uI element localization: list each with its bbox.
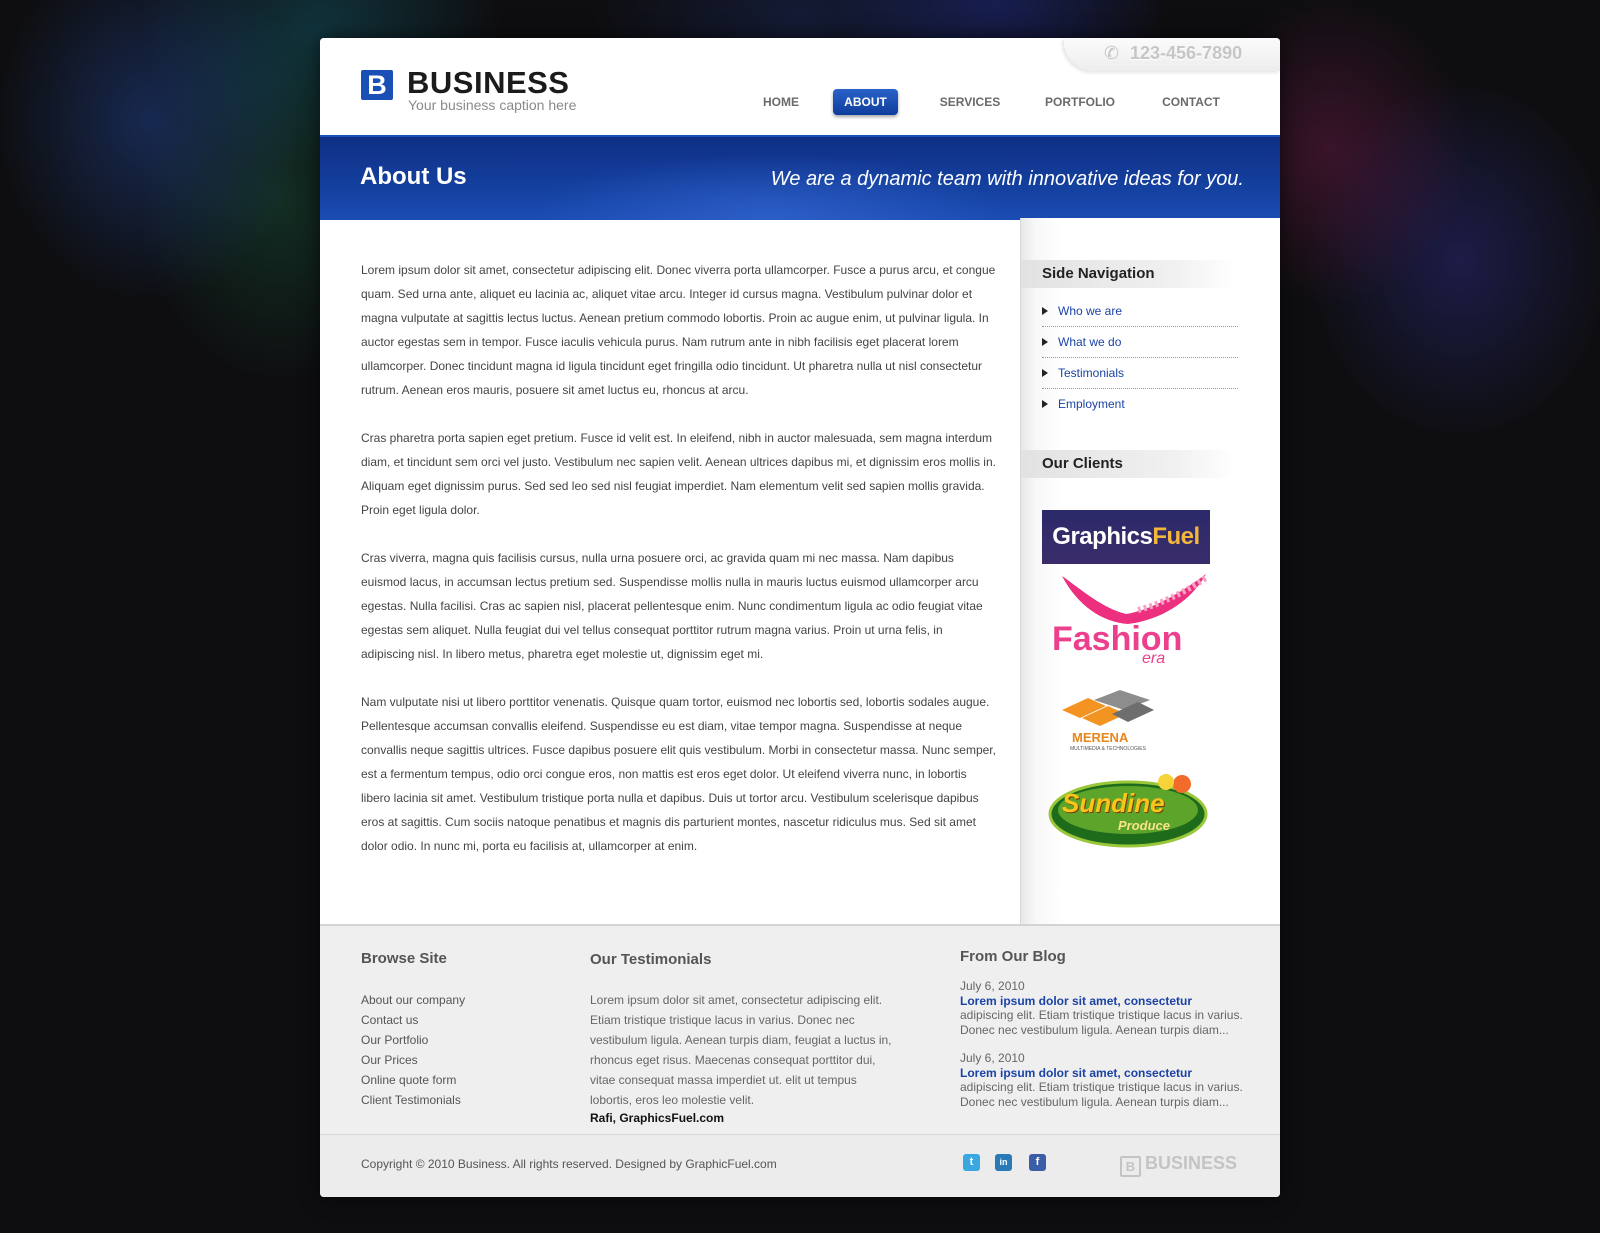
phone-icon: ✆	[1104, 43, 1120, 63]
side-nav-item-testimonials[interactable]: Testimonials	[1042, 358, 1238, 389]
content-paragraph: Cras viverra, magna quis facilisis cursu…	[361, 551, 983, 661]
footer-link[interactable]: Online quote form	[361, 1070, 465, 1090]
footer-logo[interactable]: B BUSINESS	[1120, 1153, 1237, 1177]
arrow-right-icon	[1042, 307, 1048, 315]
site-container: B BUSINESS Your business caption here ✆ …	[320, 38, 1280, 1197]
side-nav-label: What we do	[1058, 335, 1122, 349]
blog-title-link[interactable]: Lorem ipsum dolor sit amet, consectetur	[960, 1066, 1250, 1081]
sidebar: Side Navigation Who we are What we do Te…	[1020, 218, 1280, 963]
browse-links: About our company Contact us Our Portfol…	[361, 990, 465, 1110]
phone-number: 123-456-7890	[1130, 43, 1243, 63]
blog-date: July 6, 2010	[960, 979, 1025, 993]
blog-excerpt: adipiscing elit. Etiam tristique tristiq…	[960, 1008, 1243, 1037]
client-name-b: Fuel	[1152, 523, 1200, 550]
main-nav: HOME ABOUT SERVICES PORTFOLIO CONTACT	[320, 89, 1280, 117]
arrow-right-icon	[1042, 369, 1048, 377]
twitter-icon[interactable]: t	[963, 1154, 980, 1171]
testimonial-author: Rafi, GraphicsFuel.com	[590, 1111, 725, 1125]
blog-post: July 6, 2010 Lorem ipsum dolor sit amet,…	[960, 1051, 1250, 1109]
footer-logo-name: BUSINESS	[1145, 1153, 1238, 1173]
header: B BUSINESS Your business caption here ✆ …	[320, 38, 1280, 135]
client-name-b: MULTIMEDIA & TECHNOLOGIES	[1070, 746, 1146, 752]
client-logo-merena[interactable]: MERENA MULTIMEDIA & TECHNOLOGIES	[1042, 688, 1210, 758]
blog-post: July 6, 2010 Lorem ipsum dolor sit amet,…	[960, 979, 1250, 1037]
nav-portfolio[interactable]: PORTFOLIO	[1035, 89, 1125, 115]
footer-link[interactable]: Our Portfolio	[361, 1030, 465, 1050]
content-paragraph: Lorem ipsum dolor sit amet, consectetur …	[361, 263, 996, 397]
nav-about[interactable]: ABOUT	[833, 89, 898, 115]
side-nav-heading: Side Navigation	[1021, 260, 1236, 288]
footer: Browse Site About our company Contact us…	[320, 924, 1280, 1197]
side-nav-label: Testimonials	[1058, 366, 1125, 380]
side-nav-item-who-we-are[interactable]: Who we are	[1042, 296, 1238, 327]
testimonial-text: Lorem ipsum dolor sit amet, consectetur …	[590, 993, 892, 1107]
browse-heading: Browse Site	[361, 950, 447, 967]
side-nav-item-employment[interactable]: Employment	[1042, 389, 1238, 419]
blog-title-link[interactable]: Lorem ipsum dolor sit amet, consectetur	[960, 994, 1250, 1009]
testimonials-heading: Our Testimonials	[590, 951, 712, 968]
blog-heading: From Our Blog	[960, 948, 1066, 965]
client-name-a: MERENA	[1072, 730, 1129, 745]
client-logo-fashion-era[interactable]: Fashion era	[1042, 570, 1210, 670]
footer-link[interactable]: Contact us	[361, 1010, 465, 1030]
blog-excerpt: adipiscing elit. Etiam tristique tristiq…	[960, 1080, 1243, 1109]
footer-bottom-bar: Copyright © 2010 Business. All rights re…	[320, 1134, 1280, 1197]
copyright: Copyright © 2010 Business. All rights re…	[361, 1157, 777, 1171]
client-logo-sundine[interactable]: Sundine Produce	[1042, 770, 1210, 850]
clients-heading: Our Clients	[1021, 450, 1236, 478]
page-banner: About Us We are a dynamic team with inno…	[320, 135, 1280, 220]
footer-link[interactable]: About our company	[361, 990, 465, 1010]
footer-link[interactable]: Our Prices	[361, 1050, 465, 1070]
footer-logo-mark: B	[1120, 1156, 1141, 1177]
nav-services[interactable]: SERVICES	[930, 89, 1010, 115]
content-paragraph: Cras pharetra porta sapien eget pretium.…	[361, 431, 996, 517]
side-nav-label: Who we are	[1058, 304, 1123, 318]
blog-date: July 6, 2010	[960, 1051, 1025, 1065]
arrow-right-icon	[1042, 338, 1048, 346]
client-name-b: Produce	[1118, 818, 1171, 833]
banner-tagline: We are a dynamic team with innovative id…	[770, 168, 1244, 190]
client-logo-graphicsfuel[interactable]: GraphicsFuel	[1042, 510, 1210, 564]
client-name-a: Graphics	[1052, 523, 1153, 550]
content-paragraph: Nam vulputate nisi ut libero porttitor v…	[361, 695, 996, 853]
main-content: Lorem ipsum dolor sit amet, consectetur …	[361, 258, 997, 882]
client-name-a: Sundine	[1062, 788, 1165, 818]
linkedin-icon[interactable]: in	[995, 1154, 1012, 1171]
facebook-icon[interactable]: f	[1029, 1154, 1046, 1171]
nav-home[interactable]: HOME	[746, 89, 816, 115]
page-title: About Us	[360, 163, 467, 190]
phone-tab: ✆ 123-456-7890	[1064, 38, 1280, 71]
client-name-b: era	[1142, 650, 1166, 667]
side-nav-list: Who we are What we do Testimonials Emplo…	[1042, 296, 1238, 419]
side-nav-item-what-we-do[interactable]: What we do	[1042, 327, 1238, 358]
footer-link[interactable]: Client Testimonials	[361, 1090, 465, 1110]
nav-contact[interactable]: CONTACT	[1151, 89, 1231, 115]
side-nav-label: Employment	[1058, 397, 1125, 411]
arrow-right-icon	[1042, 400, 1048, 408]
